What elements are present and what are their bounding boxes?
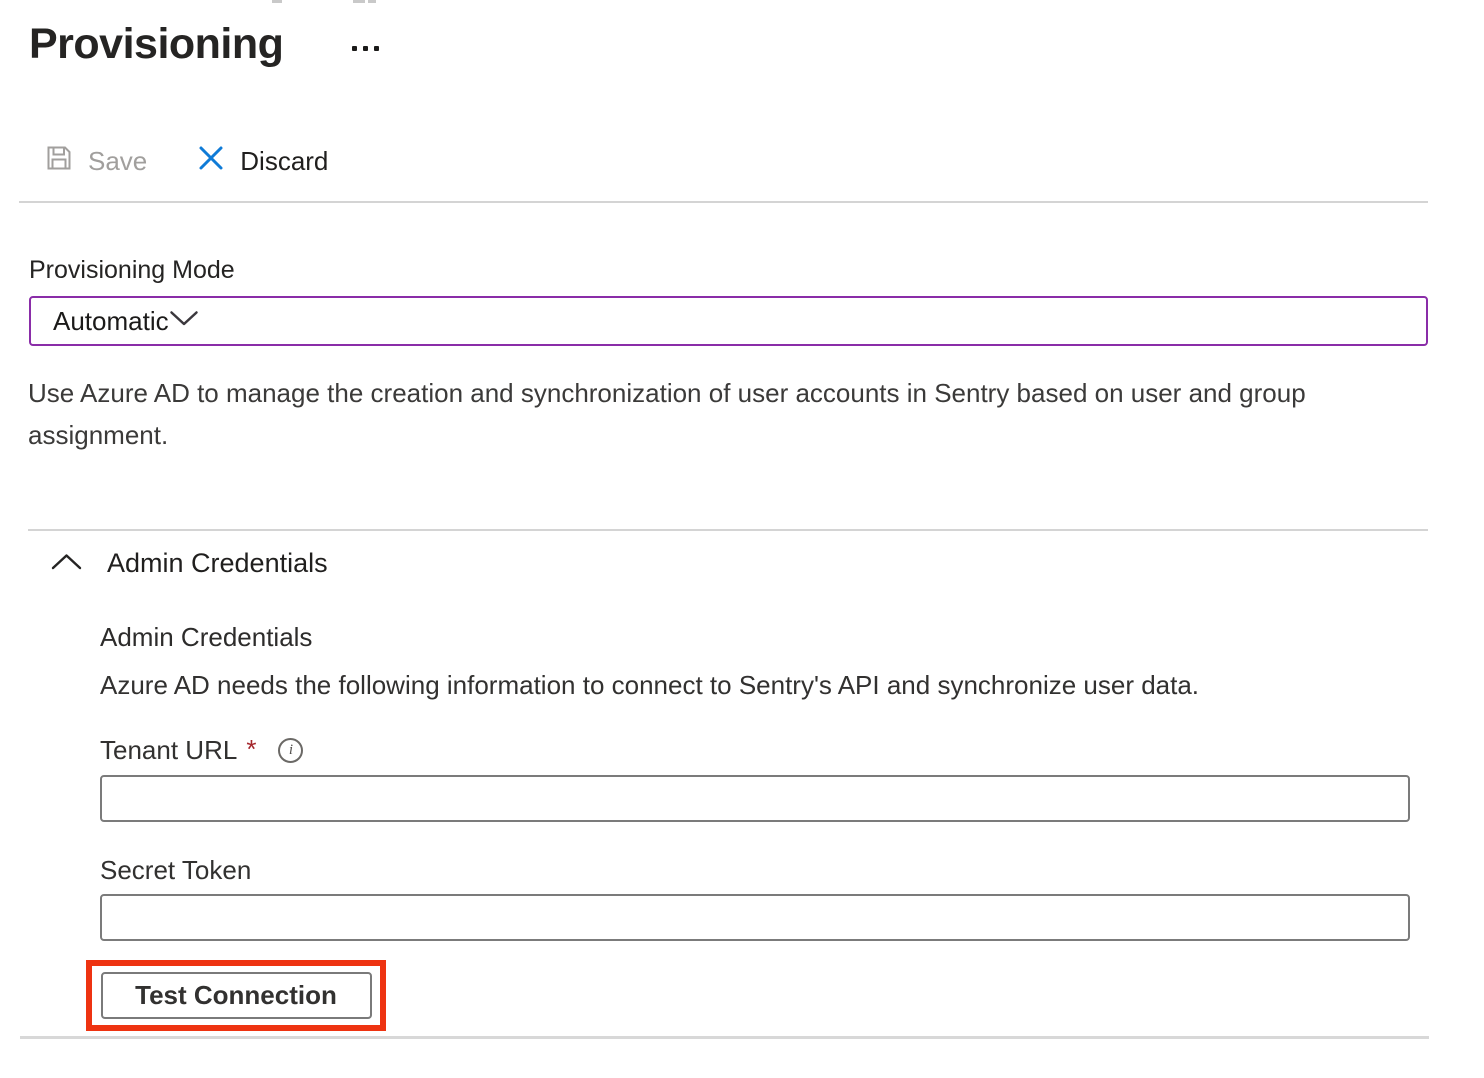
cropped-text-artifact bbox=[368, 0, 376, 3]
required-asterisk: * bbox=[246, 734, 256, 765]
chevron-down-icon bbox=[169, 310, 199, 332]
cropped-text-artifact bbox=[353, 0, 365, 3]
description-line: assignment. bbox=[28, 420, 168, 450]
annotation-highlight-box: Test Connection bbox=[86, 960, 386, 1031]
divider bbox=[28, 529, 1428, 531]
discard-button-label: Discard bbox=[240, 146, 328, 177]
provisioning-mode-description: Use Azure AD to manage the creation and … bbox=[28, 372, 1358, 456]
page-title: Provisioning bbox=[29, 20, 283, 69]
dropdown-selected-value: Automatic bbox=[53, 306, 169, 337]
chevron-up-icon bbox=[50, 552, 83, 576]
provisioning-mode-dropdown[interactable]: Automatic bbox=[29, 296, 1428, 346]
more-menu-button[interactable] bbox=[348, 42, 383, 55]
divider bbox=[19, 201, 1428, 203]
cropped-text-artifact bbox=[272, 0, 282, 3]
ellipsis-icon bbox=[374, 46, 379, 51]
admin-credentials-description: Azure AD needs the following information… bbox=[100, 670, 1199, 701]
ellipsis-icon bbox=[363, 46, 368, 51]
test-connection-button[interactable]: Test Connection bbox=[101, 972, 372, 1019]
info-icon[interactable]: i bbox=[278, 738, 303, 763]
save-icon bbox=[45, 144, 73, 179]
save-button[interactable]: Save bbox=[45, 144, 147, 179]
divider bbox=[20, 1036, 1429, 1039]
command-bar: Save Discard bbox=[45, 144, 328, 179]
secret-token-input[interactable] bbox=[100, 894, 1410, 941]
secret-token-label: Secret Token bbox=[100, 855, 251, 886]
tenant-url-label-row: Tenant URL * i bbox=[100, 735, 303, 766]
tenant-url-label: Tenant URL bbox=[100, 735, 237, 766]
description-line: Use Azure AD to manage the creation and … bbox=[28, 378, 1306, 408]
section-title: Admin Credentials bbox=[107, 548, 328, 579]
ellipsis-icon bbox=[352, 46, 357, 51]
save-button-label: Save bbox=[88, 146, 147, 177]
provisioning-page: Provisioning Save Discard bbox=[0, 0, 1484, 1078]
admin-credentials-subtitle: Admin Credentials bbox=[100, 622, 312, 653]
tenant-url-input[interactable] bbox=[100, 775, 1410, 822]
discard-button[interactable]: Discard bbox=[197, 144, 328, 179]
provisioning-mode-label: Provisioning Mode bbox=[29, 256, 235, 285]
discard-x-icon bbox=[197, 144, 225, 179]
admin-credentials-section-toggle[interactable]: Admin Credentials bbox=[50, 548, 328, 579]
